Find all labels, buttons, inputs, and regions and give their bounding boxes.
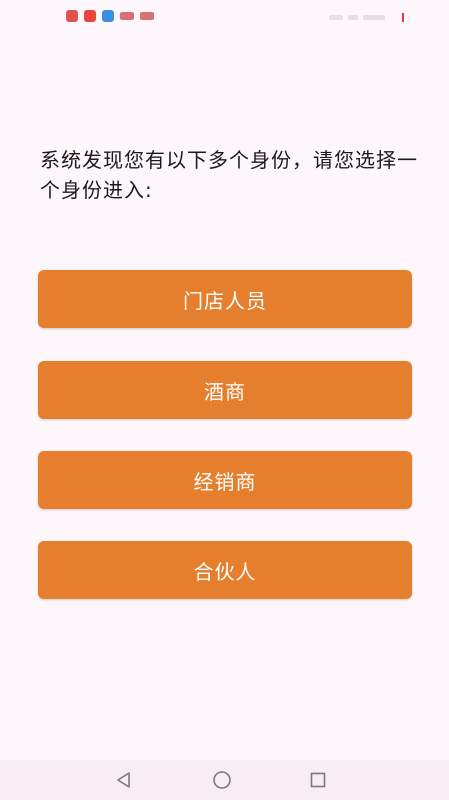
status-bar: [0, 0, 449, 30]
home-icon[interactable]: [210, 768, 234, 792]
notification-icons: [66, 10, 154, 22]
role-button-partner[interactable]: 合伙人: [38, 541, 412, 599]
wifi-icon: [348, 15, 358, 20]
role-label: 酒商: [204, 379, 246, 404]
role-button-store-staff[interactable]: 门店人员: [38, 270, 412, 328]
role-label: 经销商: [193, 469, 257, 494]
system-indicators: [329, 13, 404, 22]
signal-icon: [329, 15, 343, 20]
time-indicator: [363, 15, 385, 20]
role-label: 门店人员: [183, 288, 267, 313]
role-button-distributor[interactable]: 经销商: [38, 451, 412, 509]
identity-prompt: 系统发现您有以下多个身份，请您选择一个身份进入:: [40, 148, 418, 202]
role-label: 合伙人: [193, 559, 257, 584]
role-button-wine-merchant[interactable]: 酒商: [38, 361, 412, 419]
store-app-icon: [84, 10, 96, 22]
battery-icon: [402, 13, 404, 22]
recents-icon[interactable]: [306, 768, 330, 792]
home-app-icon: [66, 10, 78, 22]
logo-app-icon: [140, 12, 154, 20]
logo-app-icon: [120, 12, 134, 20]
back-icon[interactable]: [112, 768, 136, 792]
system-nav-bar: [0, 760, 449, 800]
shield-app-icon: [102, 10, 114, 22]
